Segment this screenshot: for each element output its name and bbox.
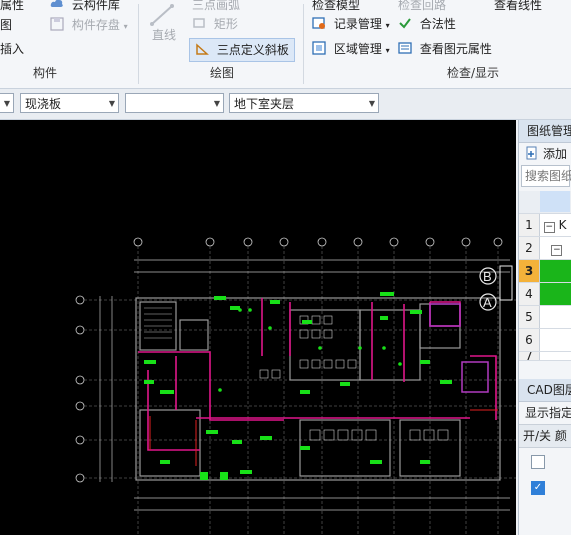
ribbon-three-point-slab-button[interactable]: 三点定义斜板 [189,38,295,62]
chevron-down-icon: ▼ [3,99,10,108]
chevron-down-icon: ▼ [368,99,375,108]
area-manage-label: 区域管理 [333,42,382,56]
onoff-column-header: 开/关 [523,429,552,443]
draw-group-label: 绘图 [209,66,234,80]
check-icon [399,18,411,29]
show-specified-option[interactable]: 显示指定 [519,402,571,424]
properties-icon [398,42,412,54]
rectangle-label: 矩形 [213,17,238,31]
ribbon-divider [138,4,139,84]
ribbon-area-manage-button[interactable]: 区域管理 ▾ [312,38,390,60]
drawing-manager-title: 图纸管理 [519,120,571,143]
ribbon-insert-button[interactable]: 插入 [0,38,24,60]
record-icon [312,17,325,29]
ribbon-view-linearity-button[interactable]: 查看线性 [494,0,542,16]
component-name-combo[interactable]: ▼ [125,93,224,113]
table-row[interactable]: 1 − K [519,214,571,237]
rectangle-icon [193,18,205,28]
insert-label: 插入 [0,42,25,56]
layer-row[interactable] [519,448,571,474]
ribbon-figure-button[interactable]: 图 [0,14,12,36]
ribbon-rectangle-button[interactable]: 矩形 [192,13,238,35]
layer-checkbox[interactable] [531,454,545,469]
table-row[interactable]: 6 [519,329,571,352]
row-number: 5 [519,306,540,328]
cad-canvas[interactable]: B A [0,120,516,535]
table-row[interactable]: 5 [519,306,571,329]
chevron-down-icon: ▼ [108,99,115,108]
header-column [540,191,570,212]
row-label: K [558,218,567,232]
table-row[interactable]: 4 [519,283,571,306]
inspect-group-label: 检查/显示 [446,66,500,80]
ribbon: 属性 云构件库 构件存盘 ▾ 图 插入 构件 直线 三点画弧 矩形 三点定义斜板… [0,0,571,89]
component-type-combo[interactable]: 现浇板 ▼ [20,93,119,113]
view-linearity-label: 查看线性 [494,0,543,12]
ribbon-line-button[interactable]: 直线 [152,24,176,46]
drawing-search-input[interactable]: 搜索图纸 [521,165,571,187]
legality-label: 合法性 [419,17,456,31]
row-number: 3 [519,260,540,282]
ribbon-save-component-button[interactable]: 构件存盘 ▾ [50,14,128,36]
row-number: 7 [519,352,540,360]
cad-layer-title: CAD图层 [519,379,571,402]
ribbon-divider [303,4,304,84]
row-number: 1 [519,214,540,236]
save-icon [50,17,64,31]
row-number: 2 [519,237,540,259]
add-drawing-button[interactable]: 添加 [519,143,571,165]
view-element-properties-label: 查看图元属性 [419,42,492,56]
check-model-label: 检查模型 [312,0,361,12]
layer-combo[interactable]: 地下室夹层 ▼ [229,93,379,113]
add-drawing-label: 添加 [543,147,568,161]
table-row[interactable]: 7 [519,352,571,361]
component-type-value: 现浇板 [25,97,62,111]
properties-label: 属性 [0,0,25,12]
ribbon-record-manage-button[interactable]: 记录管理 ▾ [312,13,390,35]
arc-label: 三点画弧 [192,0,241,12]
layer-checkbox-checked[interactable]: ✓ [531,480,545,495]
figure-label: 图 [0,18,13,32]
drawing-table-header [519,191,571,214]
ribbon-legality-button[interactable]: 合法性 [398,13,456,35]
three-point-slab-label: 三点定义斜板 [216,43,289,57]
collapse-icon[interactable]: − [551,245,563,256]
axis-bubble-a: A [483,295,492,310]
panel-spacer [519,361,571,379]
collapse-icon[interactable]: − [543,222,555,233]
cloud-icon [50,0,63,7]
chevron-down-icon: ▼ [213,99,220,108]
slope-slab-icon [196,43,209,55]
layer-row[interactable]: ✓ [519,474,571,500]
table-row-selected[interactable]: 3 [519,260,571,283]
drawing-search-placeholder: 搜索图纸 [525,169,571,183]
check-loop-label: 检查回路 [398,0,447,12]
drawing-table: 1 − K 2 − 3 4 5 6 7 [519,191,571,361]
ribbon-view-element-properties-button[interactable]: 查看图元属性 [398,38,492,60]
floor-combo[interactable]: ▼ [0,93,14,113]
add-file-icon [526,146,537,160]
save-component-label: 构件存盘 [71,18,120,32]
line-label: 直线 [152,28,177,42]
selection-toolbar: ▼ 现浇板 ▼ ▼ 地下室夹层 ▼ [0,89,571,120]
floor-plan-drawing: B A [75,237,516,535]
component-group-label: 构件 [32,66,57,80]
show-specified-label: 显示指定 [525,406,571,420]
table-row[interactable]: 2 − [519,237,571,260]
layer-value: 地下室夹层 [234,97,295,111]
cloud-library-label: 云构件库 [71,0,120,12]
color-column-header: 颜 [554,429,567,443]
record-manage-label: 记录管理 [333,17,382,31]
row-number: 4 [519,283,540,305]
row-number: 6 [519,329,540,351]
drawing-manager-panel: 图纸管理 添加 搜索图纸 1 − K 2 − 3 4 5 6 7 CAD图层 显… [518,120,571,535]
area-icon [312,41,326,55]
axis-bubble-b: B [483,269,492,284]
cad-layer-header: 开/关 颜 [519,424,571,448]
